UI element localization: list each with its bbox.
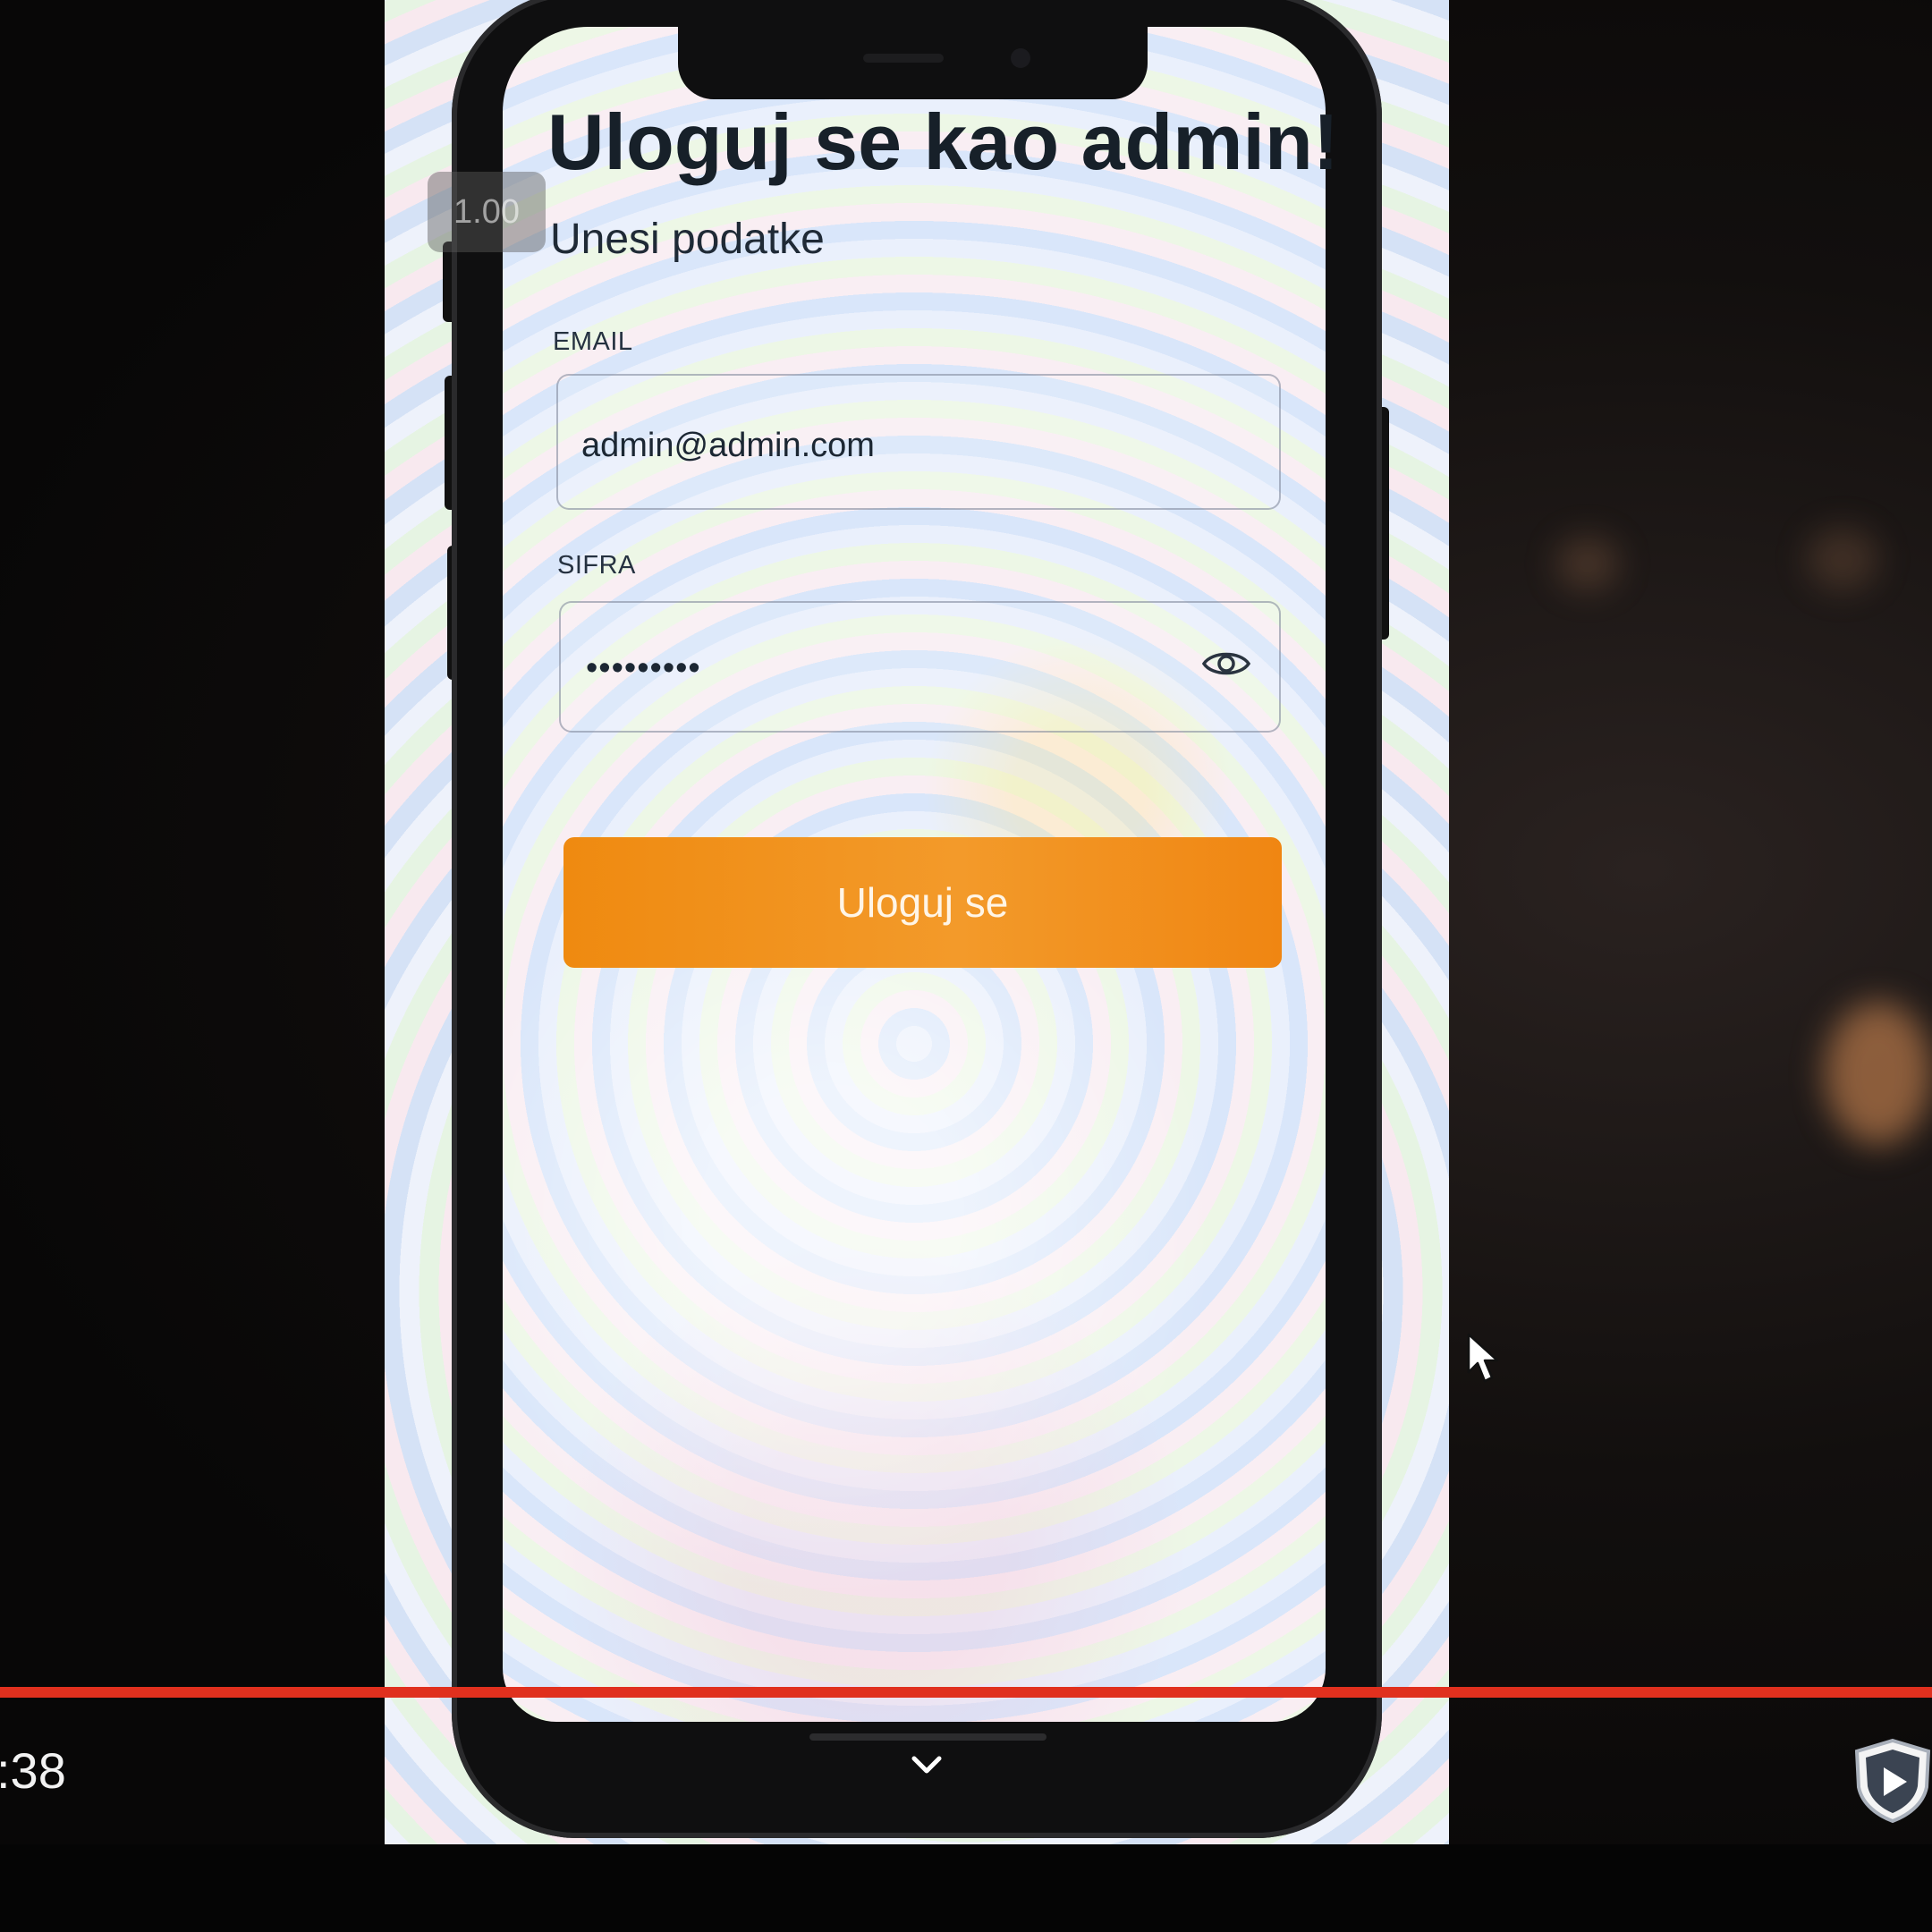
login-submit-button[interactable]: Uloguj se bbox=[564, 837, 1282, 968]
email-label: EMAIL bbox=[553, 327, 633, 356]
page-subtitle: Unesi podatke bbox=[550, 216, 825, 263]
video-progress-bar[interactable] bbox=[0, 1687, 1932, 1698]
video-frame: 1.00 Uloguj se kao admin! Unesi podatke … bbox=[0, 0, 1932, 1932]
ambient-light bbox=[1556, 537, 1619, 590]
eye-icon[interactable] bbox=[1201, 646, 1251, 682]
phone-camera bbox=[1011, 48, 1030, 68]
email-field-value[interactable]: admin@admin.com bbox=[581, 427, 875, 465]
phone-speaker bbox=[863, 54, 944, 63]
cursor-icon bbox=[1467, 1333, 1499, 1383]
ambient-light bbox=[1825, 1002, 1932, 1145]
home-indicator bbox=[809, 1733, 1046, 1741]
playback-speed-badge[interactable]: 1.00 bbox=[428, 172, 546, 252]
video-time-display: :38 bbox=[0, 1742, 66, 1799]
page-title: Uloguj se kao admin! bbox=[547, 97, 1340, 186]
password-field-value[interactable]: ••••••••• bbox=[586, 649, 701, 688]
ambient-light bbox=[1807, 528, 1878, 590]
shield-play-icon[interactable] bbox=[1848, 1735, 1932, 1825]
desk-edge bbox=[0, 1844, 1932, 1932]
chevron-down-icon[interactable] bbox=[909, 1751, 945, 1778]
password-label: SIFRA bbox=[557, 551, 636, 580]
